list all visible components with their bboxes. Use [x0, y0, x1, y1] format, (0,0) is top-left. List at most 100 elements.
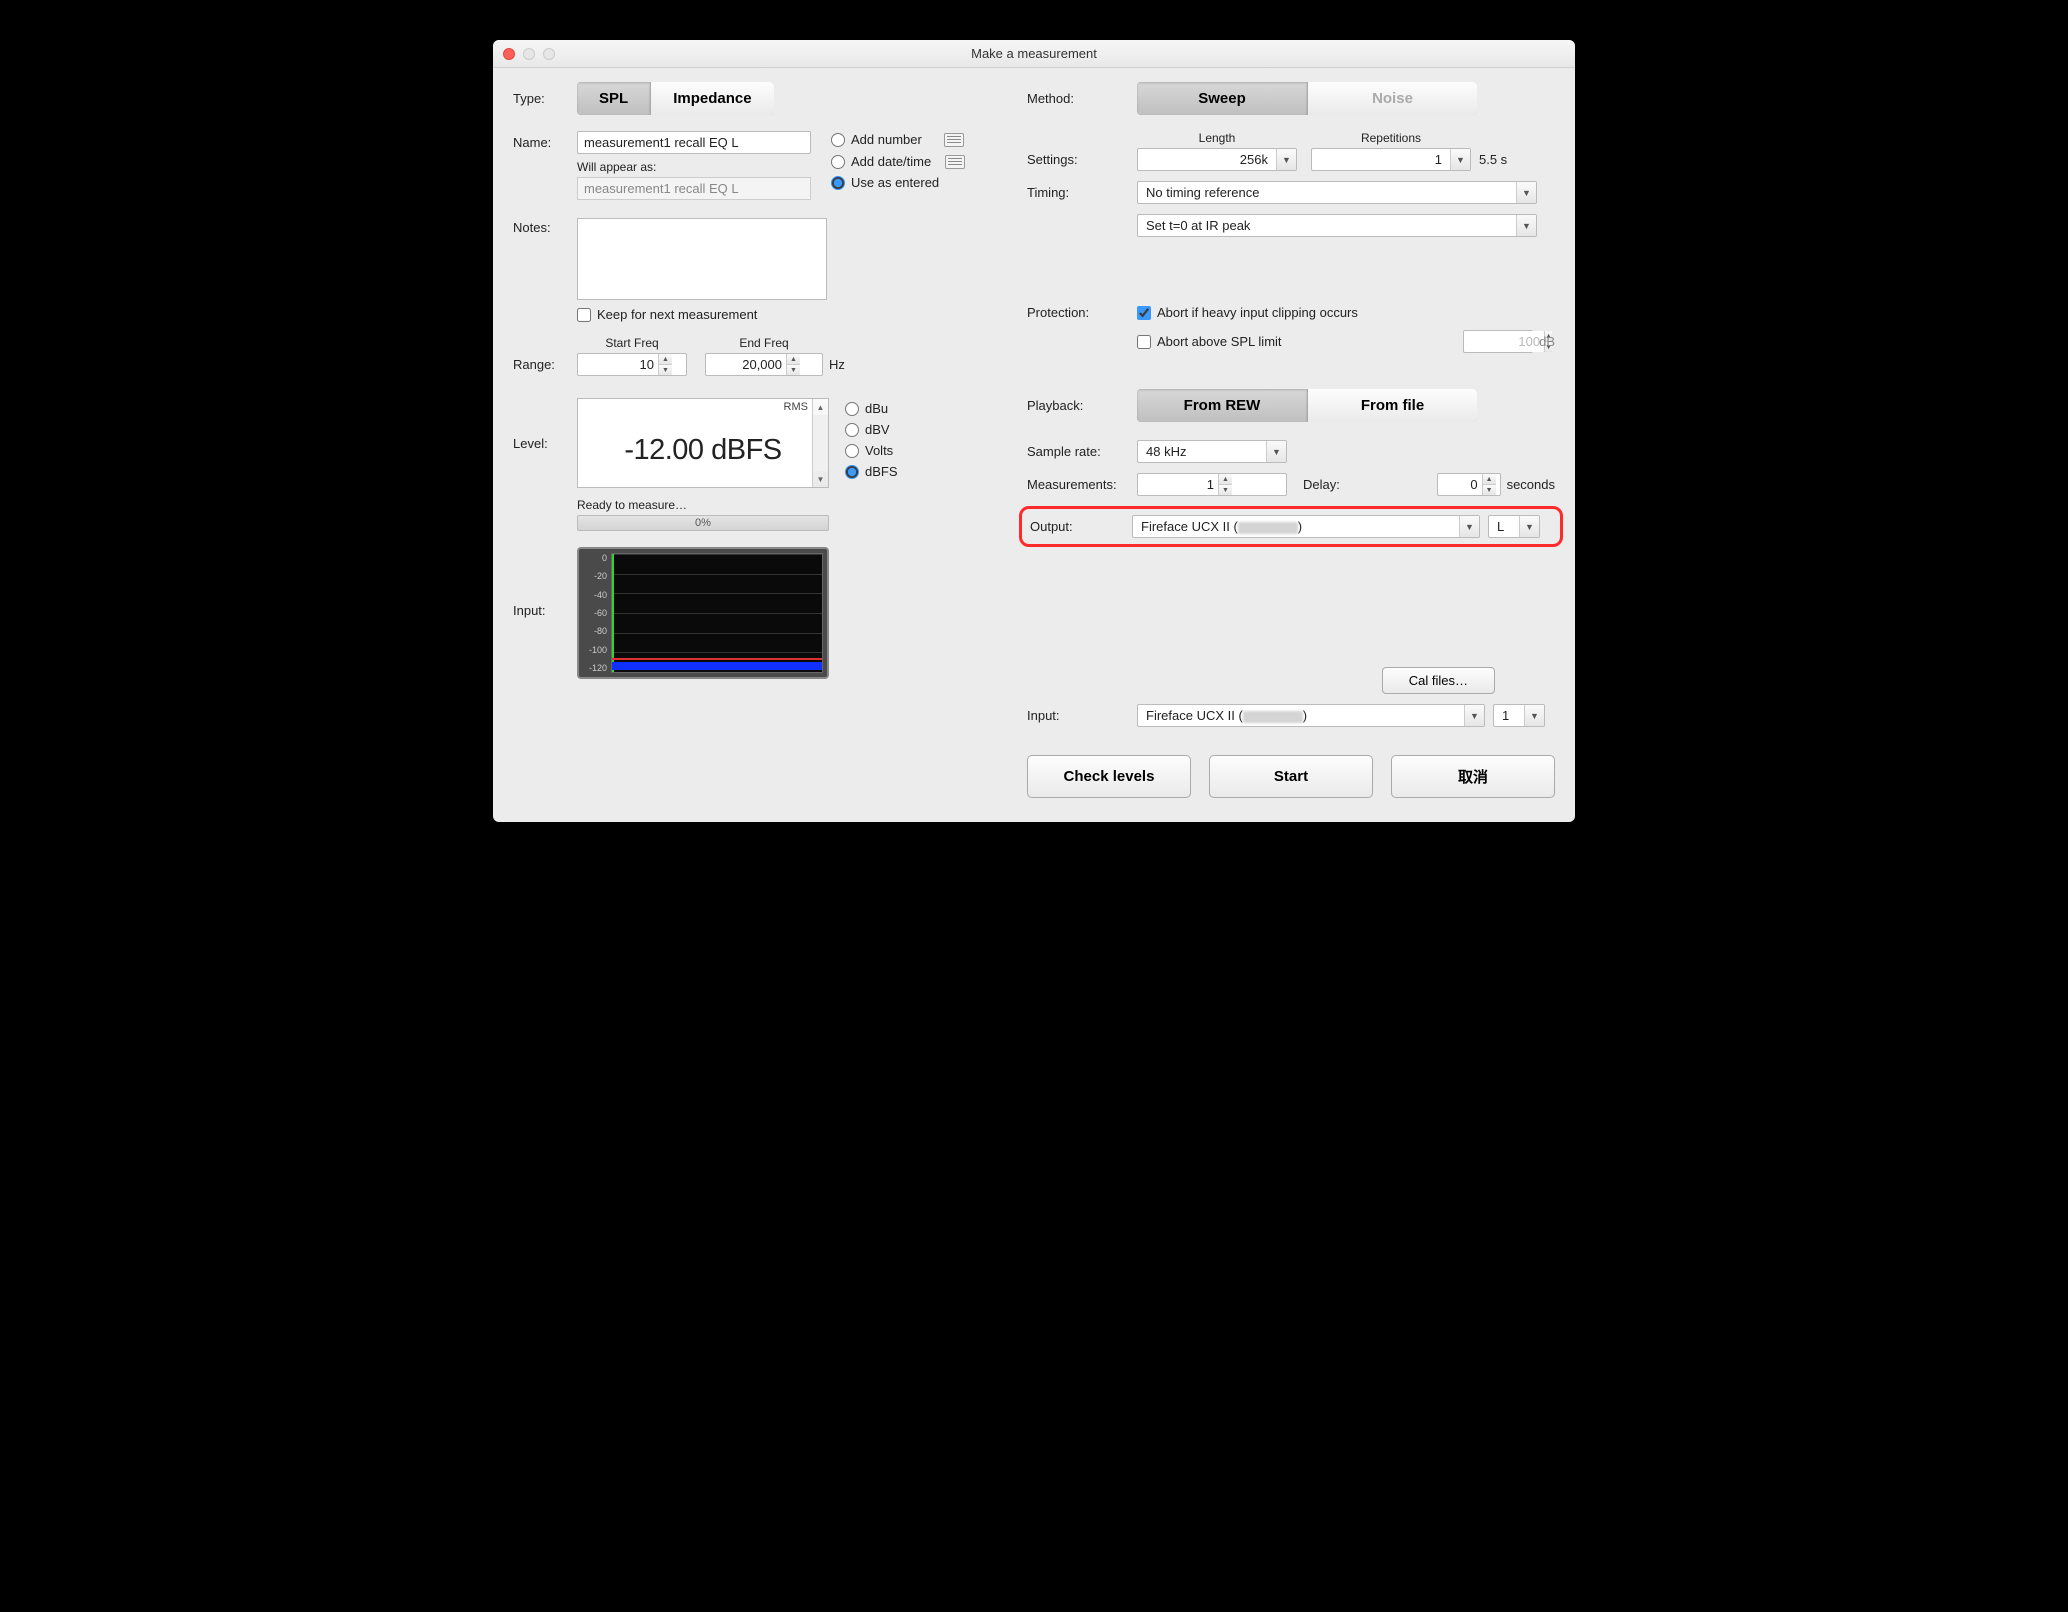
progress-bar: 0%	[577, 515, 829, 531]
abort-spl-label: Abort above SPL limit	[1157, 334, 1282, 349]
input-channel-value: 1	[1494, 705, 1524, 726]
notes-textarea[interactable]	[577, 218, 827, 300]
start-freq-input[interactable]	[578, 354, 658, 375]
output-channel-combo[interactable]: L ▼	[1488, 515, 1540, 538]
dbu-radio[interactable]	[845, 402, 859, 416]
level-label: Level:	[513, 436, 577, 451]
output-highlight: Output: Fireface UCX II () ▼ L ▼	[1019, 506, 1563, 547]
reps-value: 1	[1312, 149, 1450, 170]
delay-stepper[interactable]: ▲▼	[1482, 474, 1496, 495]
sample-rate-label: Sample rate:	[1027, 444, 1137, 459]
protection-label: Protection:	[1027, 305, 1137, 320]
chevron-down-icon: ▼	[1516, 215, 1536, 236]
cancel-button[interactable]: 取消	[1391, 755, 1555, 798]
start-button[interactable]: Start	[1209, 755, 1373, 798]
hz-label: Hz	[829, 357, 845, 372]
measurements-label: Measurements:	[1027, 477, 1137, 492]
keep-next-checkbox[interactable]	[577, 308, 591, 322]
y-4: -80	[583, 626, 607, 636]
dbfs-radio[interactable]	[845, 465, 859, 479]
list-icon[interactable]	[944, 133, 964, 147]
sample-rate-value: 48 kHz	[1138, 441, 1266, 462]
y-1: -20	[583, 571, 607, 581]
volts-radio[interactable]	[845, 444, 859, 458]
measurements-input[interactable]	[1138, 474, 1218, 495]
abort-spl-checkbox[interactable]	[1137, 335, 1151, 349]
keep-next-label: Keep for next measurement	[597, 307, 757, 322]
notes-label: Notes:	[513, 218, 577, 235]
playback-rew-button[interactable]: From REW	[1137, 389, 1307, 422]
type-segment: SPL Impedance	[577, 82, 774, 115]
start-freq-stepper[interactable]: ▲▼	[658, 354, 672, 375]
abort-clip-checkbox[interactable]	[1137, 306, 1151, 320]
length-combo[interactable]: 256k ▼	[1137, 148, 1297, 171]
titlebar: Make a measurement	[493, 40, 1575, 68]
chevron-down-icon: ▼	[1266, 441, 1286, 462]
level-display: RMS -12.00 dBFS ▲ ▼	[577, 398, 829, 488]
method-noise-button[interactable]: Noise	[1307, 82, 1477, 115]
graph-plot	[611, 553, 823, 673]
appear-as-field: measurement1 recall EQ L	[577, 177, 811, 200]
method-sweep-button[interactable]: Sweep	[1137, 82, 1307, 115]
t0-combo[interactable]: Set t=0 at IR peak ▼	[1137, 214, 1537, 237]
add-number-label: Add number	[851, 132, 922, 147]
trace-red	[612, 658, 822, 660]
input-graph-label: Input:	[513, 603, 577, 618]
add-date-label: Add date/time	[851, 154, 931, 169]
abort-clip-label: Abort if heavy input clipping occurs	[1157, 305, 1358, 320]
duration-label: 5.5 s	[1479, 152, 1507, 167]
y-3: -60	[583, 608, 607, 618]
end-freq-head: End Freq	[705, 336, 823, 350]
timing-combo[interactable]: No timing reference ▼	[1137, 181, 1537, 204]
seconds-label: seconds	[1507, 477, 1555, 492]
add-number-radio[interactable]	[831, 133, 845, 147]
chevron-down-icon: ▼	[1524, 705, 1544, 726]
add-date-radio[interactable]	[831, 155, 845, 169]
cal-files-button[interactable]: Cal files…	[1382, 667, 1495, 694]
y-0: 0	[583, 553, 607, 563]
input-device-combo[interactable]: Fireface UCX II () ▼	[1137, 704, 1485, 727]
type-label: Type:	[513, 91, 577, 106]
chevron-down-icon: ▼	[1516, 182, 1536, 203]
output-channel-value: L	[1489, 516, 1519, 537]
reps-combo[interactable]: 1 ▼	[1311, 148, 1471, 171]
chevron-up-icon: ▲	[813, 399, 828, 415]
playback-file-button[interactable]: From file	[1307, 389, 1477, 422]
name-input[interactable]	[577, 131, 811, 154]
measurements-stepper[interactable]: ▲▼	[1218, 474, 1232, 495]
use-entered-radio[interactable]	[831, 176, 845, 190]
delay-input[interactable]	[1438, 474, 1482, 495]
dbv-radio[interactable]	[845, 423, 859, 437]
input-graph: 0 -20 -40 -60 -80 -100 -120	[577, 547, 829, 679]
cursor-line	[612, 554, 614, 672]
end-freq-input[interactable]	[706, 354, 786, 375]
start-freq-head: Start Freq	[577, 336, 687, 350]
input-channel-combo[interactable]: 1 ▼	[1493, 704, 1545, 727]
playback-label: Playback:	[1027, 398, 1137, 413]
check-levels-button[interactable]: Check levels	[1027, 755, 1191, 798]
appear-label: Will appear as:	[577, 160, 811, 174]
y-6: -120	[583, 663, 607, 673]
method-label: Method:	[1027, 91, 1137, 106]
progress-pct: 0%	[695, 517, 711, 529]
y-5: -100	[583, 645, 607, 655]
range-label: Range:	[513, 357, 577, 372]
chevron-down-icon: ▼	[1464, 705, 1484, 726]
timing-value: No timing reference	[1138, 182, 1516, 203]
type-spl-button[interactable]: SPL	[577, 82, 650, 115]
sample-rate-combo[interactable]: 48 kHz ▼	[1137, 440, 1287, 463]
use-entered-label: Use as entered	[851, 175, 939, 190]
output-device-combo[interactable]: Fireface UCX II () ▼	[1132, 515, 1480, 538]
end-freq-stepper[interactable]: ▲▼	[786, 354, 800, 375]
rms-label: RMS	[578, 399, 828, 413]
settings-label: Settings:	[1027, 152, 1137, 167]
list-icon-2[interactable]	[945, 155, 965, 169]
playback-segment: From REW From file	[1137, 389, 1477, 422]
input-device-label: Input:	[1027, 708, 1137, 723]
dbv-label: dBV	[865, 422, 890, 437]
chevron-down-icon: ▼	[1519, 516, 1539, 537]
t0-value: Set t=0 at IR peak	[1138, 215, 1516, 236]
type-impedance-button[interactable]: Impedance	[650, 82, 773, 115]
level-scrollbar[interactable]: ▲ ▼	[812, 399, 828, 487]
chevron-down-icon: ▼	[1459, 516, 1479, 537]
